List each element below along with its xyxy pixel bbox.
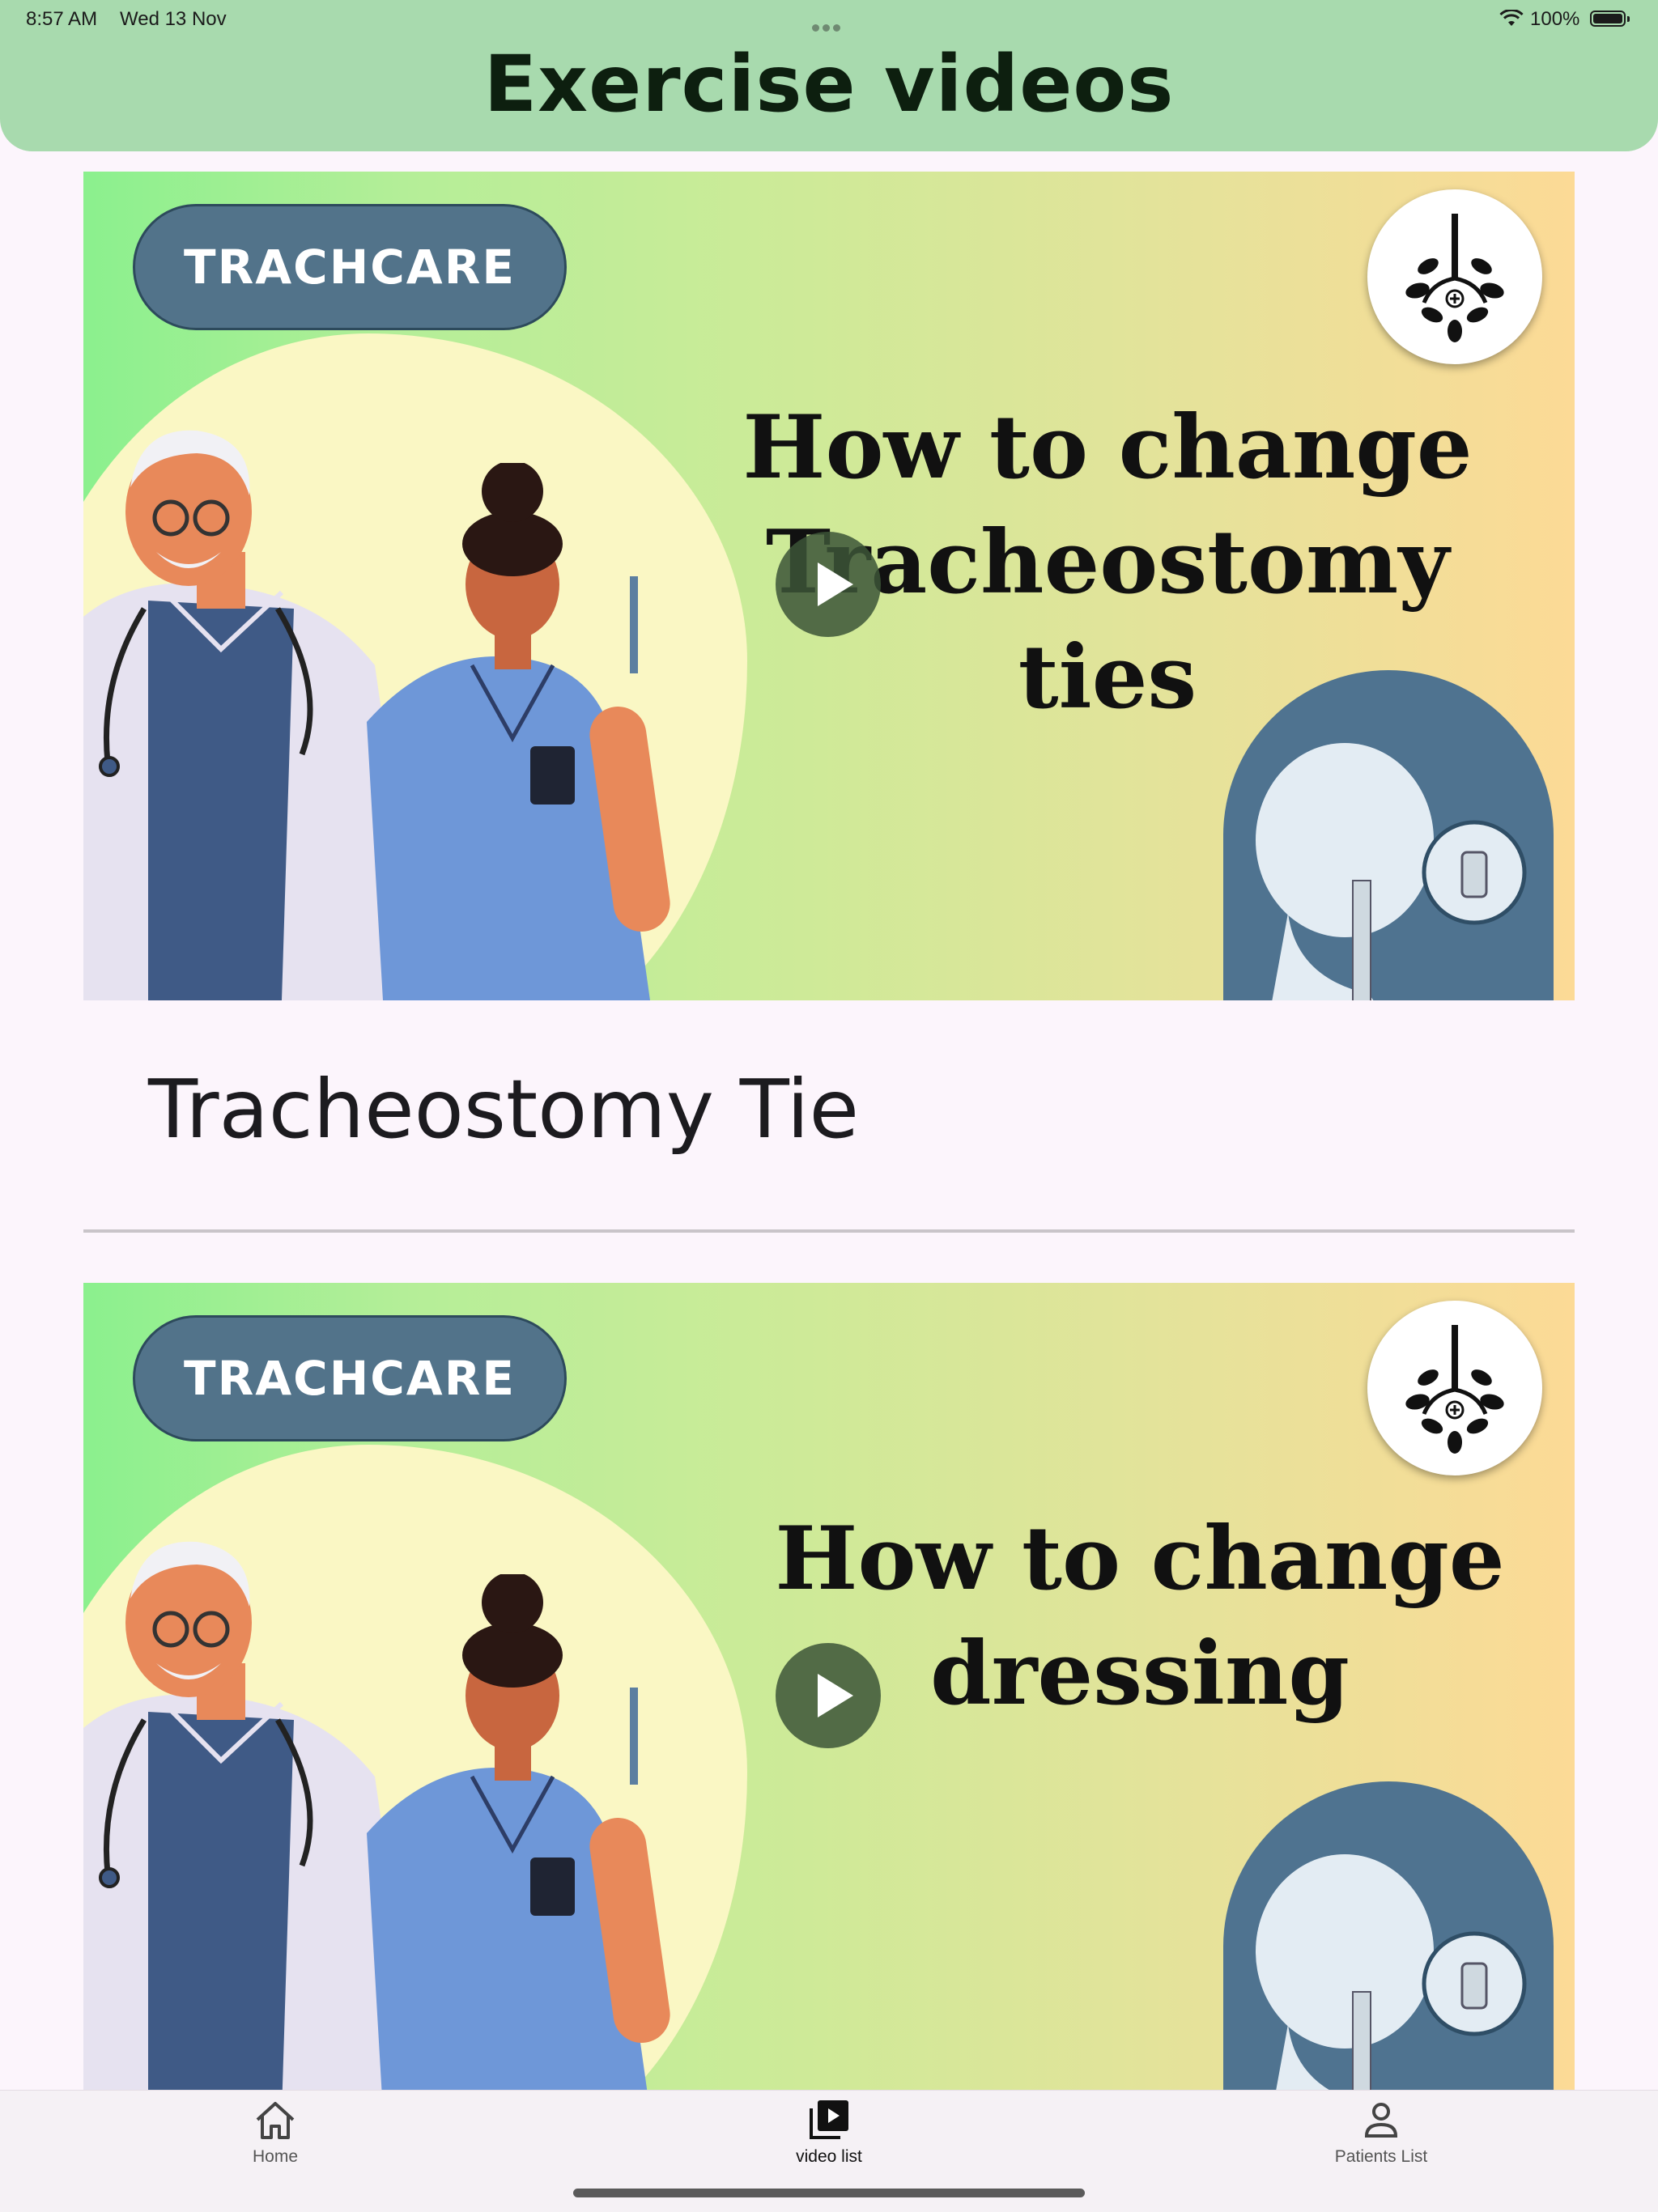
video-thumbnail[interactable]: TRACHCARE <box>83 1283 1575 2112</box>
brand-badge: TRACHCARE <box>133 1315 567 1441</box>
divider <box>83 1229 1575 1233</box>
status-date: Wed 13 Nov <box>120 8 227 30</box>
tab-home-label: Home <box>252 2147 299 2166</box>
battery-percent: 100% <box>1530 8 1580 30</box>
person-icon <box>1364 2103 1398 2138</box>
page-title: Exercise videos <box>483 39 1175 129</box>
nurse-illustration <box>367 1574 670 2112</box>
thumbnail-heading-line1: How to change <box>775 1508 1505 1610</box>
brand-badge: TRACHCARE <box>133 204 567 330</box>
video-title[interactable]: Tracheostomy Tie <box>148 1062 859 1157</box>
tab-video-list-label: video list <box>796 2147 862 2166</box>
home-indicator <box>573 2189 1085 2197</box>
status-bar: 8:57 AM Wed 13 Nov 100% <box>0 0 1658 40</box>
multitasking-dots-icon[interactable] <box>812 15 848 32</box>
status-time: 8:57 AM <box>26 8 98 30</box>
lung-logo-icon <box>1367 189 1542 364</box>
video-list-icon <box>810 2100 848 2139</box>
battery-icon <box>1590 11 1630 27</box>
play-button[interactable] <box>776 532 881 637</box>
patient-arch-illustration <box>1223 1781 1554 2112</box>
video-card[interactable]: TRACHCARE <box>83 172 1575 1233</box>
tab-video-list[interactable]: video list <box>724 2091 934 2188</box>
wifi-icon <box>1499 10 1524 26</box>
tab-patients-list-label: Patients List <box>1334 2147 1428 2166</box>
patient-arch-illustration <box>1223 670 1554 1000</box>
tab-home[interactable]: Home <box>170 2091 380 2188</box>
video-thumbnail[interactable]: TRACHCARE <box>83 172 1575 1000</box>
thumbnail-heading-line1: How to change <box>742 397 1473 499</box>
nurse-illustration <box>367 463 670 1000</box>
video-card[interactable]: TRACHCARE <box>83 1283 1575 2112</box>
lung-logo-icon <box>1367 1301 1542 1475</box>
home-icon <box>256 2102 295 2139</box>
tab-patients-list[interactable]: Patients List <box>1276 2091 1486 2188</box>
play-button[interactable] <box>776 1643 881 1748</box>
